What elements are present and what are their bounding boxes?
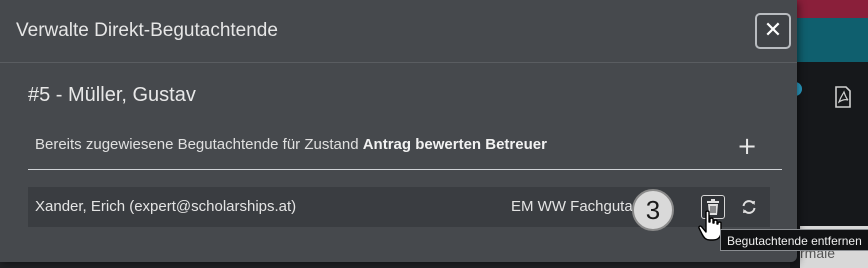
- add-reviewer-button[interactable]: +: [735, 133, 759, 159]
- background-header-teal: [790, 18, 868, 62]
- reviewer-name: Xander, Erich (expert@scholarships.at): [35, 198, 297, 215]
- assigned-label-state: Antrag bewerten Betreuer: [362, 136, 547, 153]
- background-header-red: [790, 0, 868, 18]
- plus-icon: +: [736, 132, 758, 160]
- manage-reviewers-modal: Verwalte Direkt-Begutachtende ✕ #5 - Mül…: [0, 0, 797, 262]
- applicant-title: #5 - Müller, Gustav: [28, 84, 196, 106]
- remove-reviewer-tooltip: Begutachtende entfernen: [720, 229, 868, 251]
- replace-reviewer-button[interactable]: [739, 197, 759, 217]
- assigned-reviewers-label: Bereits zugewiesene Begutachtende für Zu…: [35, 136, 547, 153]
- step-badge: 3: [632, 189, 674, 231]
- assigned-label-prefix: Bereits zugewiesene Begutachtende für Zu…: [35, 136, 363, 153]
- refresh-icon: [742, 200, 756, 214]
- close-icon: ✕: [763, 18, 783, 43]
- modal-header: Verwalte Direkt-Begutachtende ✕: [0, 0, 797, 63]
- modal-title: Verwalte Direkt-Begutachtende: [16, 20, 278, 41]
- close-button[interactable]: ✕: [755, 13, 791, 49]
- pdf-file-icon[interactable]: [834, 86, 852, 108]
- section-divider: [28, 169, 782, 170]
